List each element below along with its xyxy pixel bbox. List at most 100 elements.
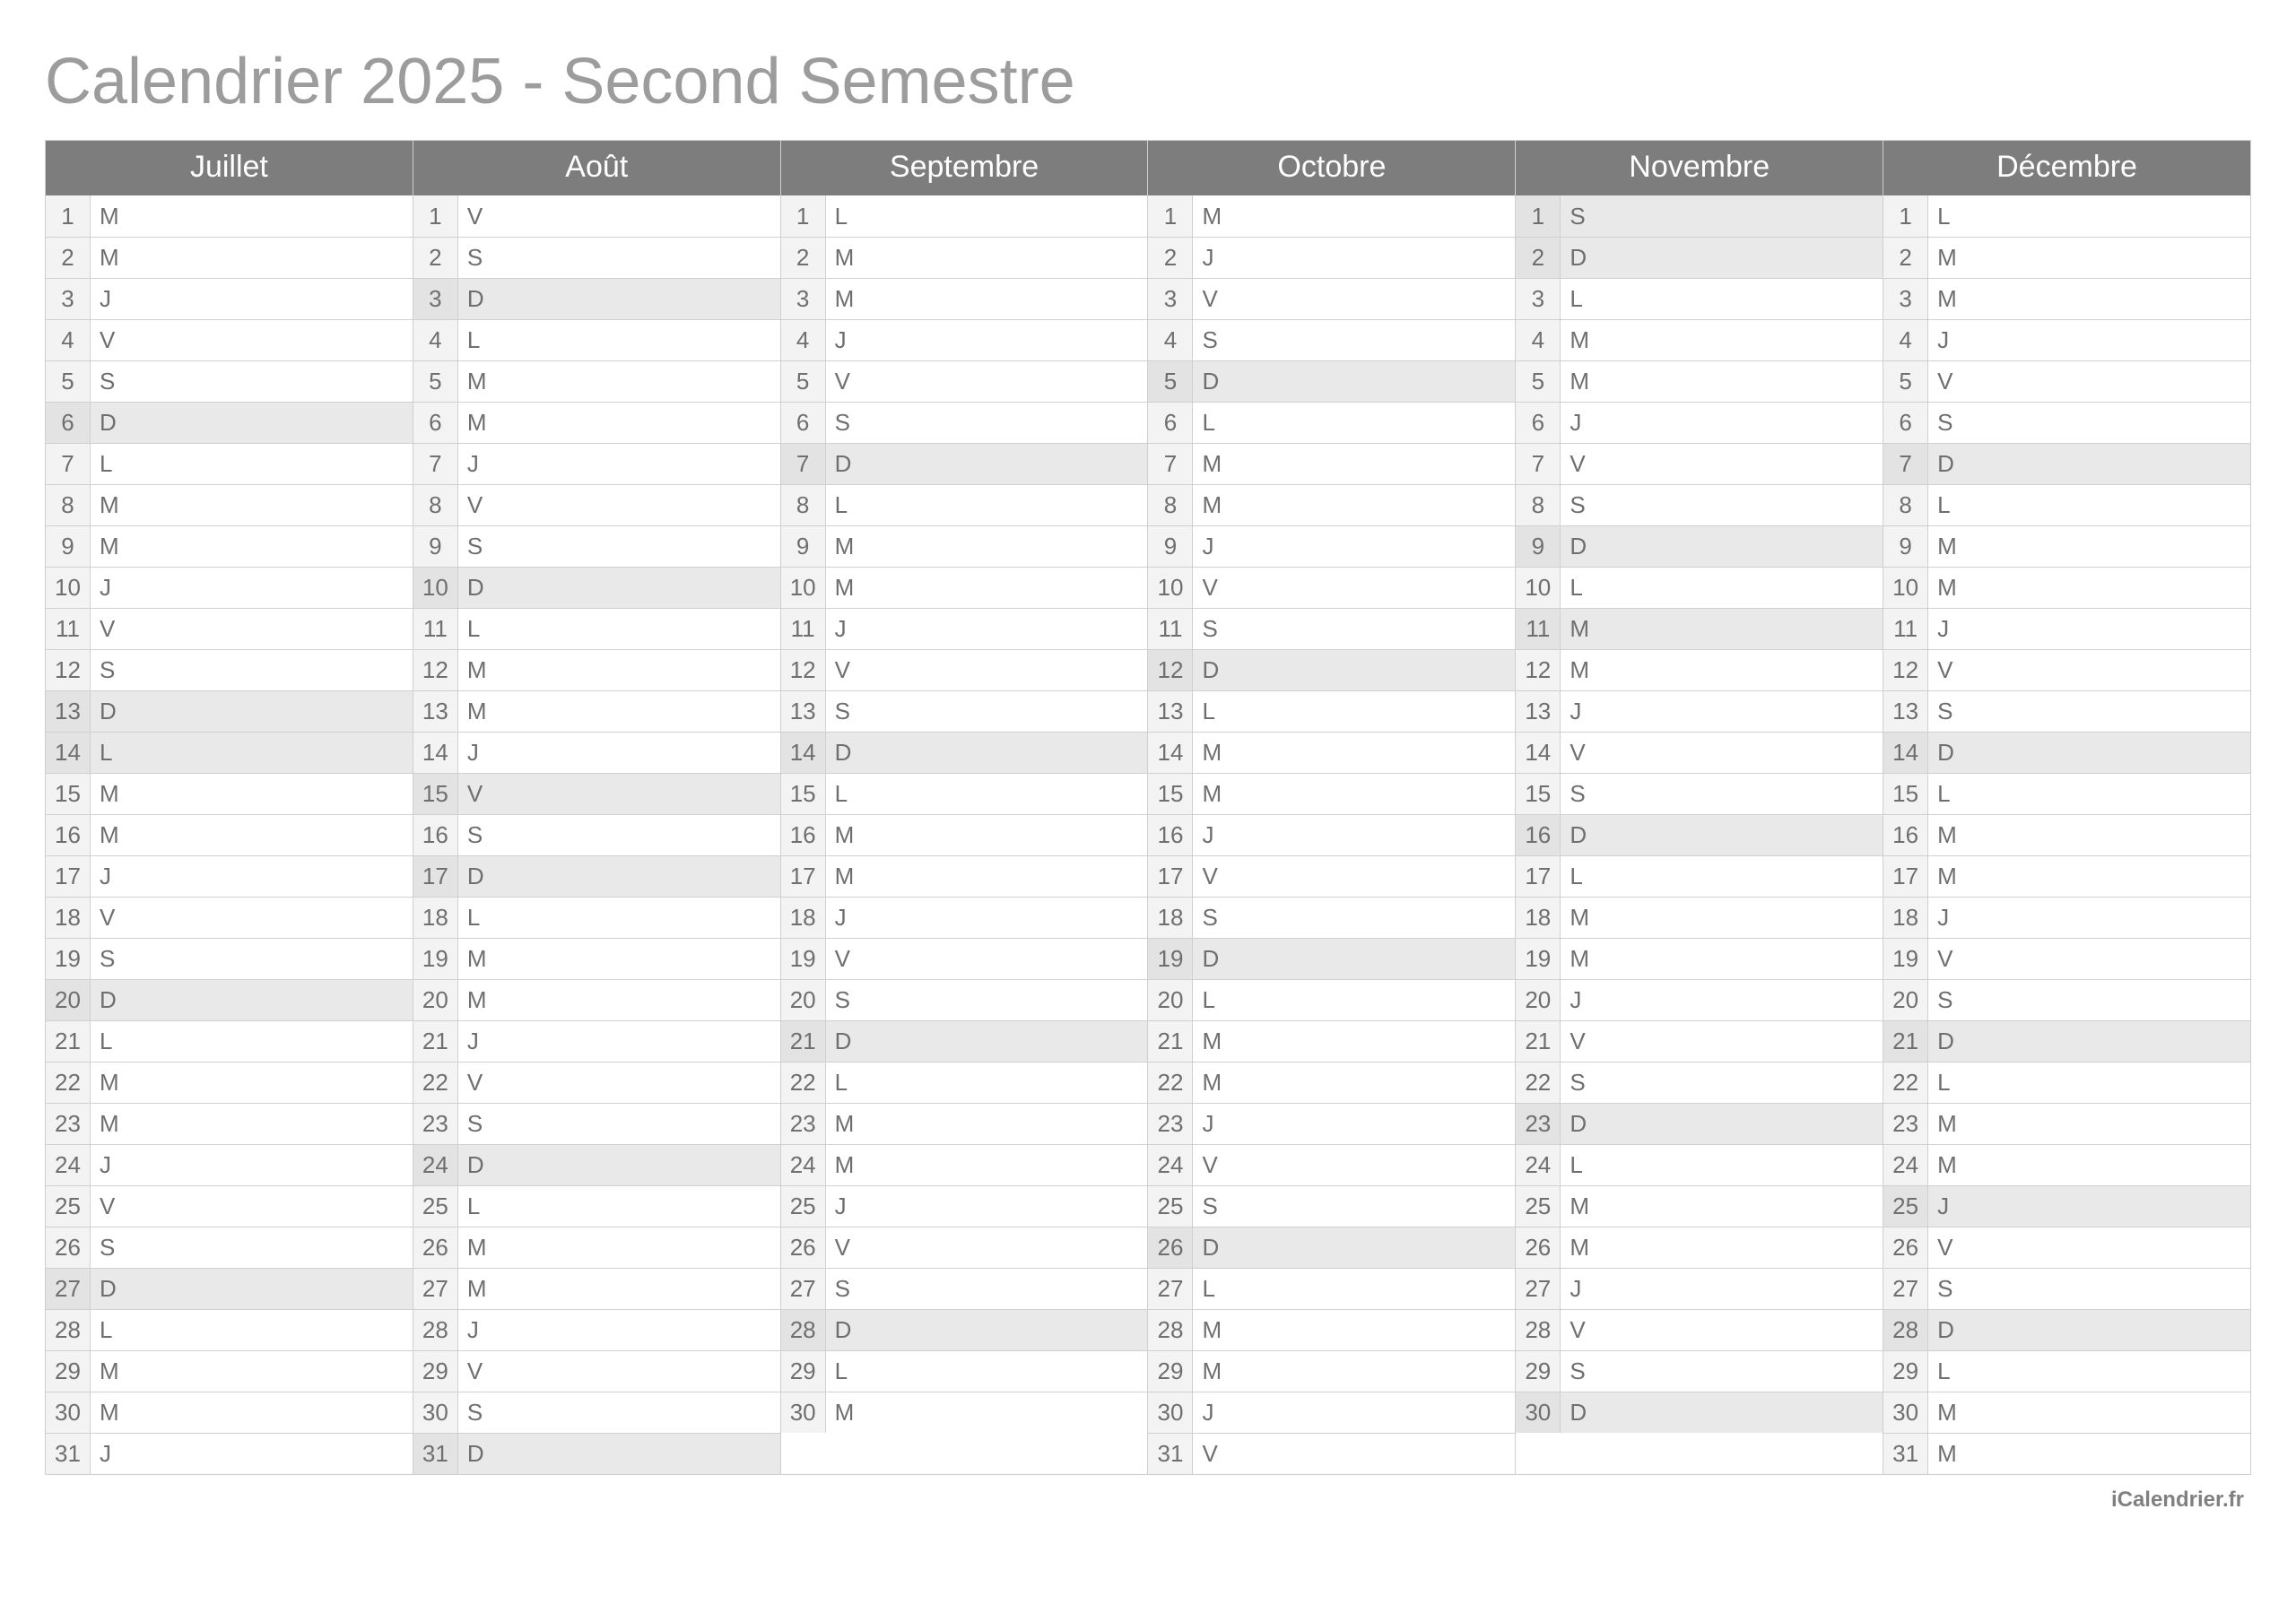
day-weekday: J bbox=[826, 320, 869, 360]
day-note-space bbox=[869, 1021, 1148, 1062]
day-number: 1 bbox=[1148, 195, 1193, 237]
day-weekday: D bbox=[826, 733, 869, 773]
day-note-space bbox=[501, 980, 780, 1020]
day-row: 27J bbox=[1516, 1268, 1883, 1309]
days-list: 1S2D3L4M5M6J7V8S9D10L11M12M13J14V15S16D1… bbox=[1516, 195, 1883, 1474]
day-weekday: M bbox=[458, 361, 501, 402]
day-number: 20 bbox=[46, 980, 91, 1020]
day-number: 23 bbox=[1516, 1104, 1561, 1144]
day-note-space bbox=[501, 195, 780, 237]
day-row: 27L bbox=[1148, 1268, 1515, 1309]
day-note-space bbox=[1971, 1310, 2250, 1350]
day-number: 26 bbox=[781, 1227, 826, 1268]
day-number: 11 bbox=[413, 609, 458, 649]
day-row: 13D bbox=[46, 690, 413, 732]
day-number: 21 bbox=[46, 1021, 91, 1062]
day-note-space bbox=[1971, 1063, 2250, 1103]
day-weekday: L bbox=[1193, 403, 1236, 443]
day-note-space bbox=[1971, 1392, 2250, 1433]
day-note-space bbox=[1236, 609, 1515, 649]
day-weekday: J bbox=[826, 898, 869, 938]
day-note-space bbox=[869, 320, 1148, 360]
day-number: 9 bbox=[1883, 526, 1928, 567]
day-weekday: M bbox=[458, 1227, 501, 1268]
day-note-space bbox=[1971, 1145, 2250, 1185]
day-note-space bbox=[869, 279, 1148, 319]
day-number: 7 bbox=[413, 444, 458, 484]
day-weekday: L bbox=[1561, 856, 1604, 897]
day-number: 27 bbox=[46, 1269, 91, 1309]
day-row: 6D bbox=[46, 402, 413, 443]
day-row: 15L bbox=[781, 773, 1148, 814]
day-weekday: M bbox=[1561, 1186, 1604, 1227]
day-number: 30 bbox=[413, 1392, 458, 1433]
day-weekday: S bbox=[1561, 195, 1604, 237]
day-note-space bbox=[1236, 815, 1515, 855]
day-note-space bbox=[869, 403, 1148, 443]
day-row: 6L bbox=[1148, 402, 1515, 443]
day-row: 12S bbox=[46, 649, 413, 690]
day-note-space bbox=[501, 1145, 780, 1185]
day-weekday: M bbox=[1928, 1434, 1971, 1474]
day-weekday: V bbox=[1928, 939, 1971, 979]
day-weekday: M bbox=[1193, 485, 1236, 525]
day-number: 8 bbox=[1883, 485, 1928, 525]
day-row: 26V bbox=[781, 1227, 1148, 1268]
day-row: 23J bbox=[1148, 1103, 1515, 1144]
day-number: 20 bbox=[1516, 980, 1561, 1020]
day-note-space bbox=[869, 1310, 1148, 1350]
day-weekday: L bbox=[826, 1351, 869, 1392]
day-number: 3 bbox=[1883, 279, 1928, 319]
day-row: 17M bbox=[781, 855, 1148, 897]
day-row: 28V bbox=[1516, 1309, 1883, 1350]
day-weekday: M bbox=[826, 1145, 869, 1185]
day-row: 28D bbox=[781, 1309, 1148, 1350]
day-weekday: V bbox=[458, 195, 501, 237]
day-row: 18J bbox=[1883, 897, 2250, 938]
day-row: 13S bbox=[1883, 690, 2250, 732]
day-note-space bbox=[869, 1145, 1148, 1185]
day-weekday: J bbox=[1193, 526, 1236, 567]
day-number: 15 bbox=[1148, 774, 1193, 814]
day-weekday: J bbox=[91, 279, 134, 319]
day-row: 5D bbox=[1148, 360, 1515, 402]
day-weekday: M bbox=[91, 1351, 134, 1392]
day-note-space bbox=[869, 1351, 1148, 1392]
day-note-space bbox=[1971, 568, 2250, 608]
day-row: 23M bbox=[46, 1103, 413, 1144]
day-note-space bbox=[501, 1186, 780, 1227]
day-weekday: V bbox=[826, 939, 869, 979]
day-row: 26S bbox=[46, 1227, 413, 1268]
day-row: 9D bbox=[1516, 525, 1883, 567]
day-row: 12V bbox=[1883, 649, 2250, 690]
day-note-space bbox=[1971, 1186, 2250, 1227]
day-note-space bbox=[501, 650, 780, 690]
day-row: 1M bbox=[46, 195, 413, 237]
day-note-space bbox=[1604, 195, 1883, 237]
day-weekday: V bbox=[1193, 279, 1236, 319]
day-weekday: S bbox=[458, 526, 501, 567]
day-number: 2 bbox=[781, 238, 826, 278]
day-row: 2J bbox=[1148, 237, 1515, 278]
day-weekday: L bbox=[91, 733, 134, 773]
day-weekday: L bbox=[458, 320, 501, 360]
day-weekday: M bbox=[91, 1063, 134, 1103]
day-note-space bbox=[1971, 279, 2250, 319]
day-weekday: V bbox=[458, 774, 501, 814]
day-weekday: M bbox=[826, 526, 869, 567]
day-number: 23 bbox=[1148, 1104, 1193, 1144]
day-row: 23S bbox=[413, 1103, 780, 1144]
day-weekday: J bbox=[1928, 320, 1971, 360]
day-note-space bbox=[134, 568, 413, 608]
day-number: 1 bbox=[1516, 195, 1561, 237]
day-note-space bbox=[1971, 774, 2250, 814]
month-column: Juillet1M2M3J4V5S6D7L8M9M10J11V12S13D14L… bbox=[46, 141, 413, 1474]
day-row: 10M bbox=[781, 567, 1148, 608]
day-weekday: V bbox=[826, 361, 869, 402]
day-weekday: M bbox=[1928, 1145, 1971, 1185]
day-row: 13S bbox=[781, 690, 1148, 732]
day-row: 4S bbox=[1148, 319, 1515, 360]
day-weekday: M bbox=[1193, 1310, 1236, 1350]
day-number: 8 bbox=[46, 485, 91, 525]
day-row: 29V bbox=[413, 1350, 780, 1392]
